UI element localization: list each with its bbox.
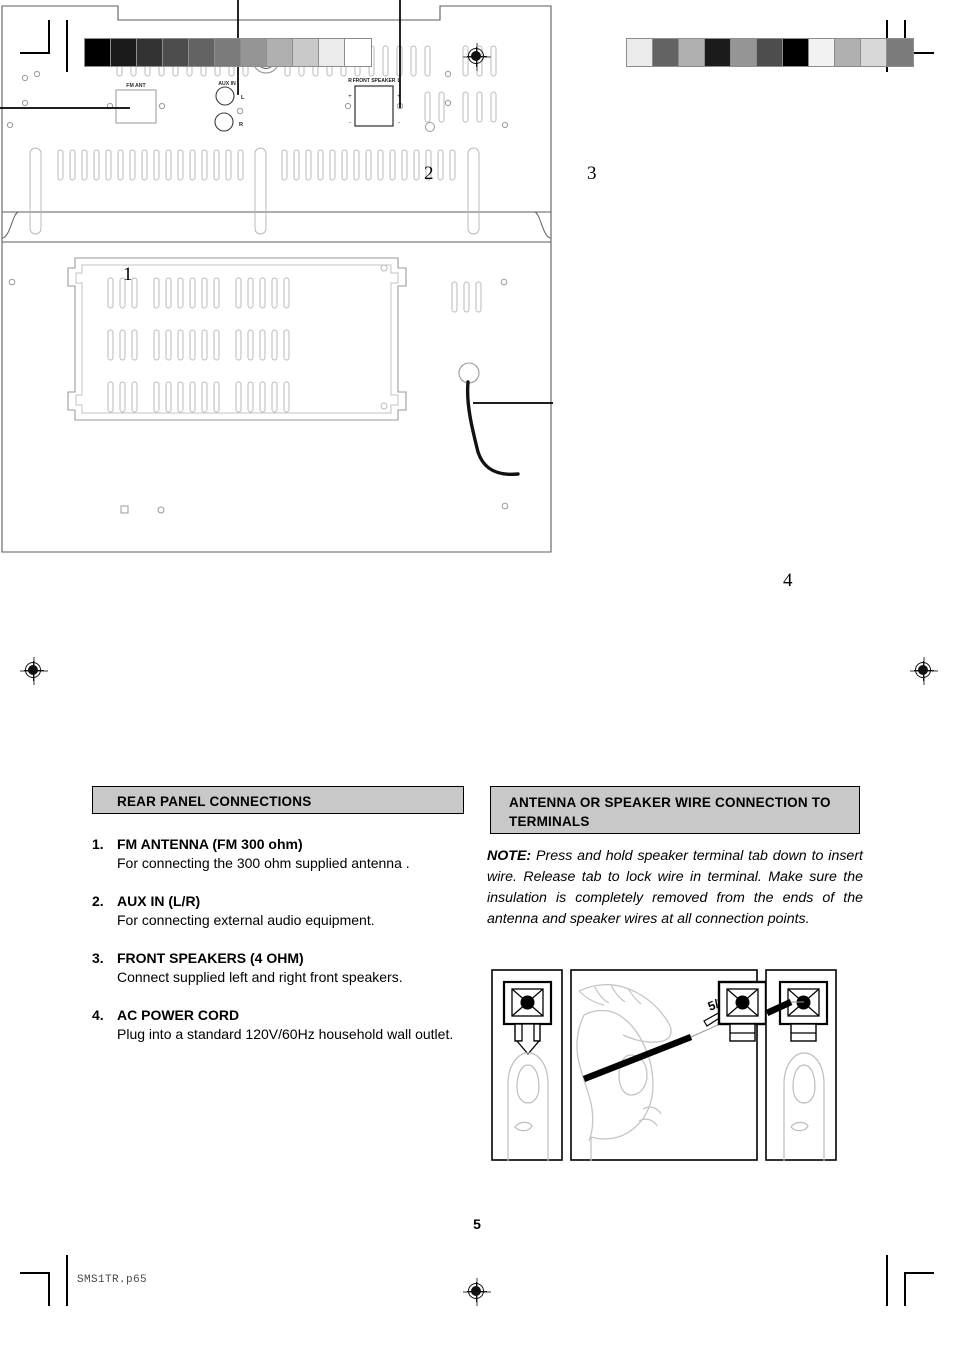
- crop-mark-bottom-left-h: [20, 1272, 50, 1274]
- crop-mark-bottom-left-inner: [66, 1255, 68, 1306]
- greyscale-swatch: [705, 39, 731, 66]
- crop-mark-top-left-h: [20, 52, 50, 54]
- registration-mark-left: [20, 657, 48, 685]
- greyscale-swatch: [679, 39, 705, 66]
- greyscale-swatch: [189, 39, 215, 66]
- greyscale-swatch: [345, 39, 371, 66]
- item-title: FRONT SPEAKERS (4 OHM): [117, 950, 304, 966]
- crop-mark-bottom-right-v: [904, 1272, 906, 1306]
- callout-number-2: 2: [424, 163, 434, 184]
- registration-mark-top: [463, 43, 491, 71]
- greyscale-swatch: [731, 39, 757, 66]
- callout-number-4: 4: [783, 570, 793, 591]
- greyscale-swatch: [653, 39, 679, 66]
- diagram-label-aux-r: R: [239, 122, 243, 128]
- greyscale-bar-left: [84, 38, 372, 67]
- item-number: 2.: [92, 893, 104, 909]
- registration-mark-bottom: [463, 1278, 491, 1306]
- illustration-panel-press-tab: [491, 969, 563, 1161]
- item-number: 1.: [92, 836, 104, 852]
- callout-number-1: 1: [123, 264, 133, 285]
- item-body: Plug into a standard 120V/60Hz household…: [117, 1025, 454, 1042]
- terminal-connection-illustration: 5/8": [491, 969, 861, 1161]
- crop-mark-bottom-right-h: [904, 1272, 934, 1274]
- diagram-label-spk-r: R: [348, 78, 352, 84]
- diagram-label-spk-plus-r: +: [348, 94, 352, 100]
- item-number: 4.: [92, 1007, 104, 1023]
- section-heading-antenna-speaker-wire: ANTENNA OR SPEAKER WIRE CONNECTION TO TE…: [490, 786, 860, 834]
- diagram-label-spk-minus-l: -: [398, 120, 400, 126]
- crop-mark-bottom-right-inner: [886, 1255, 888, 1306]
- greyscale-swatch: [215, 39, 241, 66]
- greyscale-swatch: [835, 39, 861, 66]
- connection-item-3: 3. FRONT SPEAKERS (4 OHM) Connect suppli…: [92, 949, 477, 987]
- greyscale-swatch: [137, 39, 163, 66]
- illustration-panel-release-tab: [765, 969, 837, 1161]
- item-number: 3.: [92, 950, 104, 966]
- note-paragraph: NOTE: Press and hold speaker terminal ta…: [487, 846, 863, 930]
- greyscale-swatch: [757, 39, 783, 66]
- section-heading-rear-panel-connections: REAR PANEL CONNECTIONS: [92, 786, 464, 814]
- connection-item-1: 1. FM ANTENNA (FM 300 ohm) For connectin…: [92, 835, 477, 873]
- greyscale-swatch: [887, 39, 913, 66]
- greyscale-swatch: [111, 39, 137, 66]
- item-body: Connect supplied left and right front sp…: [117, 968, 403, 985]
- connection-item-2: 2. AUX IN (L/R) For connecting external …: [92, 892, 477, 930]
- rear-panel-diagram: FM ANT AUX IN L R R FRONT SPEAKER L + + …: [0, 0, 553, 556]
- item-title: AC POWER CORD: [117, 1007, 240, 1023]
- diagram-label-fm-ant: FM ANT: [126, 83, 146, 89]
- diagram-label-spk-minus-r: -: [349, 120, 351, 126]
- greyscale-swatch: [627, 39, 653, 66]
- item-title: FM ANTENNA (FM 300 ohm): [117, 836, 303, 852]
- crop-mark-top-left-v: [48, 20, 50, 54]
- crop-mark-bottom-left-v: [48, 1272, 50, 1306]
- greyscale-swatch: [861, 39, 887, 66]
- greyscale-swatch: [293, 39, 319, 66]
- note-label: NOTE:: [487, 848, 532, 864]
- greyscale-swatch: [241, 39, 267, 66]
- greyscale-swatch: [319, 39, 345, 66]
- crop-mark-top-left-inner: [66, 20, 68, 72]
- item-title: AUX IN (L/R): [117, 893, 201, 909]
- source-filename: SMS1TR.p65: [77, 1274, 148, 1286]
- diagram-label-aux-in: AUX IN: [218, 81, 236, 87]
- greyscale-bar-right: [626, 38, 914, 67]
- greyscale-swatch: [809, 39, 835, 66]
- page-number: 5: [473, 1216, 481, 1232]
- connection-item-4: 4. AC POWER CORD Plug into a standard 12…: [92, 1006, 477, 1044]
- note-text: Press and hold speaker terminal tab down…: [487, 848, 863, 927]
- greyscale-swatch: [85, 39, 111, 66]
- greyscale-swatch: [783, 39, 809, 66]
- item-body: For connecting external audio equipment.: [117, 911, 375, 928]
- greyscale-swatch: [267, 39, 293, 66]
- item-body: For connecting the 300 ohm supplied ante…: [117, 854, 410, 871]
- diagram-label-spk-title: FRONT SPEAKER: [353, 78, 396, 84]
- callout-number-3: 3: [587, 163, 597, 184]
- greyscale-swatch: [163, 39, 189, 66]
- diagram-label-aux-l: L: [241, 95, 245, 101]
- illustration-panel-insert-wire: 5/8": [570, 969, 768, 1161]
- registration-mark-right: [910, 657, 938, 685]
